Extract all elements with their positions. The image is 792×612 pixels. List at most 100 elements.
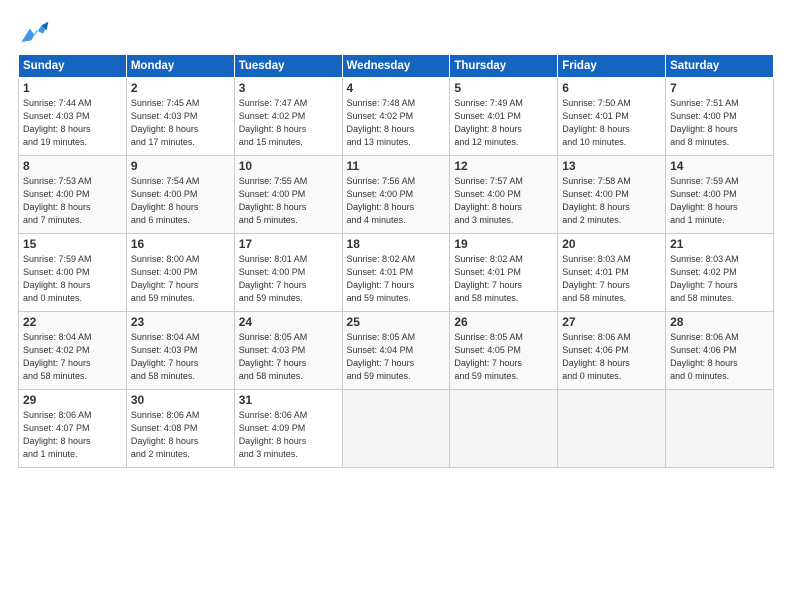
day-detail: Sunrise: 8:02 AMSunset: 4:01 PMDaylight:… <box>454 253 553 305</box>
day-number: 2 <box>131 81 230 95</box>
day-number: 28 <box>670 315 769 329</box>
day-detail: Sunrise: 7:45 AMSunset: 4:03 PMDaylight:… <box>131 97 230 149</box>
day-detail: Sunrise: 7:54 AMSunset: 4:00 PMDaylight:… <box>131 175 230 227</box>
day-detail: Sunrise: 7:49 AMSunset: 4:01 PMDaylight:… <box>454 97 553 149</box>
day-detail: Sunrise: 7:51 AMSunset: 4:00 PMDaylight:… <box>670 97 769 149</box>
col-header-sunday: Sunday <box>19 55 127 78</box>
day-cell: 12 Sunrise: 7:57 AMSunset: 4:00 PMDayligh… <box>450 156 558 234</box>
day-detail: Sunrise: 8:06 AMSunset: 4:09 PMDaylight:… <box>239 409 338 461</box>
day-number: 7 <box>670 81 769 95</box>
day-cell: 7 Sunrise: 7:51 AMSunset: 4:00 PMDaylight… <box>666 78 774 156</box>
day-detail: Sunrise: 8:03 AMSunset: 4:01 PMDaylight:… <box>562 253 661 305</box>
day-cell: 22 Sunrise: 8:04 AMSunset: 4:02 PMDayligh… <box>19 312 127 390</box>
day-number: 31 <box>239 393 338 407</box>
day-detail: Sunrise: 8:02 AMSunset: 4:01 PMDaylight:… <box>347 253 446 305</box>
day-cell: 29 Sunrise: 8:06 AMSunset: 4:07 PMDayligh… <box>19 390 127 468</box>
day-detail: Sunrise: 7:58 AMSunset: 4:00 PMDaylight:… <box>562 175 661 227</box>
logo <box>18 18 54 46</box>
day-cell <box>342 390 450 468</box>
day-cell: 18 Sunrise: 8:02 AMSunset: 4:01 PMDayligh… <box>342 234 450 312</box>
day-detail: Sunrise: 7:47 AMSunset: 4:02 PMDaylight:… <box>239 97 338 149</box>
day-number: 25 <box>347 315 446 329</box>
week-row-3: 15Sunrise: 7:59 AMSunset: 4:00 PMDayligh… <box>19 234 774 312</box>
day-detail: Sunrise: 7:59 AMSunset: 4:00 PMDaylight:… <box>670 175 769 227</box>
day-cell: 21 Sunrise: 8:03 AMSunset: 4:02 PMDayligh… <box>666 234 774 312</box>
day-number: 29 <box>23 393 122 407</box>
day-cell: 23 Sunrise: 8:04 AMSunset: 4:03 PMDayligh… <box>126 312 234 390</box>
day-number: 24 <box>239 315 338 329</box>
day-cell: 15Sunrise: 7:59 AMSunset: 4:00 PMDayligh… <box>19 234 127 312</box>
calendar-header-row: SundayMondayTuesdayWednesdayThursdayFrid… <box>19 55 774 78</box>
day-number: 5 <box>454 81 553 95</box>
day-number: 17 <box>239 237 338 251</box>
day-detail: Sunrise: 8:03 AMSunset: 4:02 PMDaylight:… <box>670 253 769 305</box>
day-number: 14 <box>670 159 769 173</box>
day-number: 23 <box>131 315 230 329</box>
day-number: 26 <box>454 315 553 329</box>
day-detail: Sunrise: 8:01 AMSunset: 4:00 PMDaylight:… <box>239 253 338 305</box>
day-cell: 13Sunrise: 7:58 AMSunset: 4:00 PMDayligh… <box>558 156 666 234</box>
day-cell <box>558 390 666 468</box>
day-detail: Sunrise: 8:05 AMSunset: 4:05 PMDaylight:… <box>454 331 553 383</box>
day-detail: Sunrise: 8:04 AMSunset: 4:02 PMDaylight:… <box>23 331 122 383</box>
day-cell: 28 Sunrise: 8:06 AMSunset: 4:06 PMDayligh… <box>666 312 774 390</box>
col-header-tuesday: Tuesday <box>234 55 342 78</box>
day-detail: Sunrise: 8:06 AMSunset: 4:06 PMDaylight:… <box>562 331 661 383</box>
day-cell: 24 Sunrise: 8:05 AMSunset: 4:03 PMDayligh… <box>234 312 342 390</box>
col-header-friday: Friday <box>558 55 666 78</box>
day-number: 27 <box>562 315 661 329</box>
day-detail: Sunrise: 8:05 AMSunset: 4:03 PMDaylight:… <box>239 331 338 383</box>
day-number: 8 <box>23 159 122 173</box>
col-header-monday: Monday <box>126 55 234 78</box>
day-detail: Sunrise: 8:06 AMSunset: 4:06 PMDaylight:… <box>670 331 769 383</box>
day-detail: Sunrise: 7:55 AMSunset: 4:00 PMDaylight:… <box>239 175 338 227</box>
day-cell: 1 Sunrise: 7:44 AMSunset: 4:03 PMDaylight… <box>19 78 127 156</box>
day-number: 22 <box>23 315 122 329</box>
day-detail: Sunrise: 8:05 AMSunset: 4:04 PMDaylight:… <box>347 331 446 383</box>
day-detail: Sunrise: 7:59 AMSunset: 4:00 PMDaylight:… <box>23 253 122 305</box>
day-number: 30 <box>131 393 230 407</box>
day-cell: 16Sunrise: 8:00 AMSunset: 4:00 PMDayligh… <box>126 234 234 312</box>
page: SundayMondayTuesdayWednesdayThursdayFrid… <box>0 0 792 612</box>
week-row-4: 22 Sunrise: 8:04 AMSunset: 4:02 PMDayligh… <box>19 312 774 390</box>
day-detail: Sunrise: 7:56 AMSunset: 4:00 PMDaylight:… <box>347 175 446 227</box>
day-number: 6 <box>562 81 661 95</box>
day-number: 3 <box>239 81 338 95</box>
day-cell: 27 Sunrise: 8:06 AMSunset: 4:06 PMDayligh… <box>558 312 666 390</box>
day-cell: 8 Sunrise: 7:53 AMSunset: 4:00 PMDaylight… <box>19 156 127 234</box>
day-cell: 3 Sunrise: 7:47 AMSunset: 4:02 PMDaylight… <box>234 78 342 156</box>
day-number: 18 <box>347 237 446 251</box>
day-detail: Sunrise: 7:57 AMSunset: 4:00 PMDaylight:… <box>454 175 553 227</box>
day-cell: 5 Sunrise: 7:49 AMSunset: 4:01 PMDaylight… <box>450 78 558 156</box>
day-cell: 17 Sunrise: 8:01 AMSunset: 4:00 PMDayligh… <box>234 234 342 312</box>
day-cell: 20Sunrise: 8:03 AMSunset: 4:01 PMDayligh… <box>558 234 666 312</box>
col-header-wednesday: Wednesday <box>342 55 450 78</box>
day-number: 9 <box>131 159 230 173</box>
day-cell: 10Sunrise: 7:55 AMSunset: 4:00 PMDayligh… <box>234 156 342 234</box>
day-cell: 26 Sunrise: 8:05 AMSunset: 4:05 PMDayligh… <box>450 312 558 390</box>
day-number: 11 <box>347 159 446 173</box>
logo-icon <box>18 18 50 46</box>
day-cell: 11 Sunrise: 7:56 AMSunset: 4:00 PMDayligh… <box>342 156 450 234</box>
col-header-thursday: Thursday <box>450 55 558 78</box>
day-cell: 6 Sunrise: 7:50 AMSunset: 4:01 PMDaylight… <box>558 78 666 156</box>
day-detail: Sunrise: 7:44 AMSunset: 4:03 PMDaylight:… <box>23 97 122 149</box>
day-number: 19 <box>454 237 553 251</box>
day-cell: 30 Sunrise: 8:06 AMSunset: 4:08 PMDayligh… <box>126 390 234 468</box>
day-number: 21 <box>670 237 769 251</box>
day-number: 12 <box>454 159 553 173</box>
header <box>18 18 774 46</box>
day-detail: Sunrise: 8:06 AMSunset: 4:07 PMDaylight:… <box>23 409 122 461</box>
week-row-2: 8 Sunrise: 7:53 AMSunset: 4:00 PMDaylight… <box>19 156 774 234</box>
day-detail: Sunrise: 7:53 AMSunset: 4:00 PMDaylight:… <box>23 175 122 227</box>
day-detail: Sunrise: 7:50 AMSunset: 4:01 PMDaylight:… <box>562 97 661 149</box>
day-detail: Sunrise: 7:48 AMSunset: 4:02 PMDaylight:… <box>347 97 446 149</box>
day-cell <box>666 390 774 468</box>
day-detail: Sunrise: 8:06 AMSunset: 4:08 PMDaylight:… <box>131 409 230 461</box>
day-number: 1 <box>23 81 122 95</box>
day-detail: Sunrise: 8:04 AMSunset: 4:03 PMDaylight:… <box>131 331 230 383</box>
day-cell: 2 Sunrise: 7:45 AMSunset: 4:03 PMDaylight… <box>126 78 234 156</box>
day-cell: 25 Sunrise: 8:05 AMSunset: 4:04 PMDayligh… <box>342 312 450 390</box>
week-row-1: 1 Sunrise: 7:44 AMSunset: 4:03 PMDaylight… <box>19 78 774 156</box>
day-cell: 9 Sunrise: 7:54 AMSunset: 4:00 PMDaylight… <box>126 156 234 234</box>
